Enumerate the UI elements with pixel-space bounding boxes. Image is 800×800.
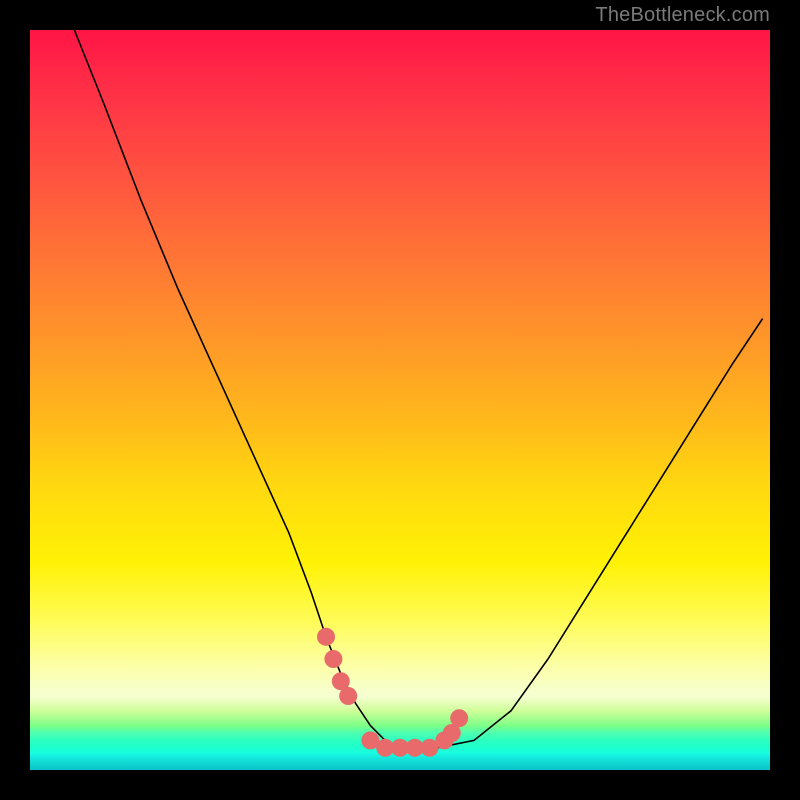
bottleneck-curve [30, 30, 770, 770]
highlight-dot [339, 687, 357, 705]
highlight-dot [317, 628, 335, 646]
highlight-dot [324, 650, 342, 668]
highlight-dot [450, 709, 468, 727]
watermark-text: TheBottleneck.com [595, 4, 770, 27]
plot-area [30, 30, 770, 770]
curve-path [74, 30, 762, 748]
chart-frame: TheBottleneck.com [0, 0, 800, 800]
highlight-dots [317, 628, 468, 757]
